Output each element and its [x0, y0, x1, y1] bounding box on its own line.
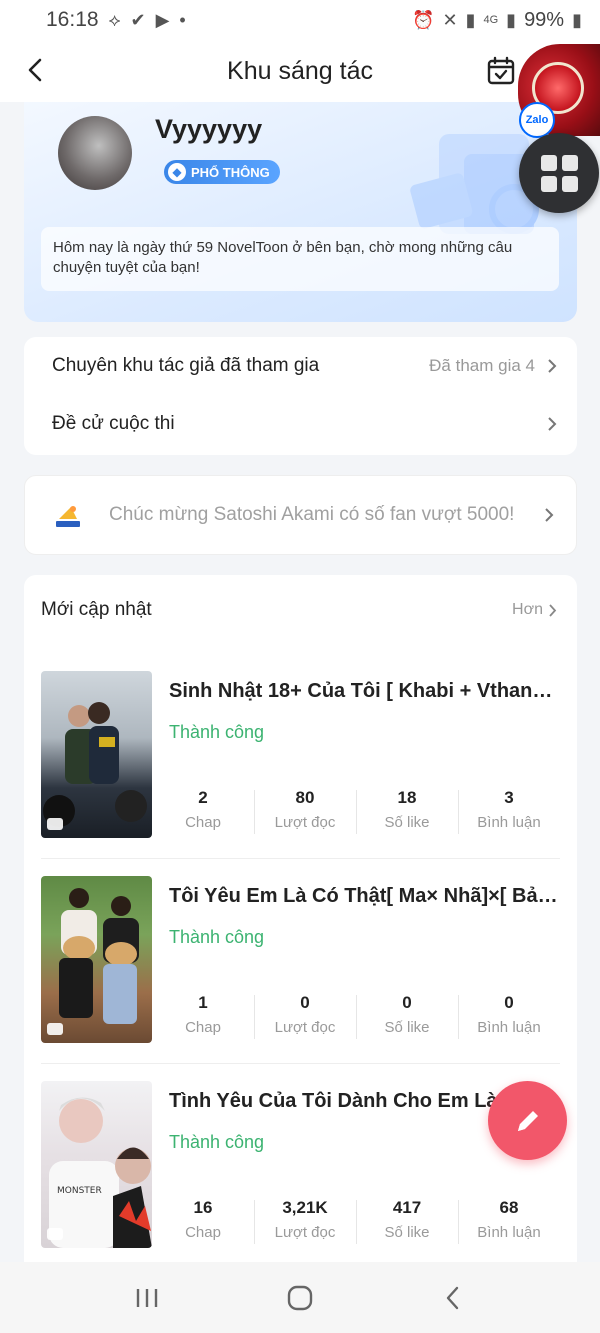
menu-card: Chuyên khu tác giả đã tham gia Đã tham g… — [24, 337, 577, 455]
story-title: Sinh Nhật 18+ Của Tôi [ Khabi + Vthanh].… — [169, 680, 559, 702]
floating-menu-button[interactable] — [519, 133, 599, 213]
story-status: Thành công — [169, 722, 265, 742]
chevron-right-icon — [548, 359, 557, 373]
download-done-icon: ✔ — [130, 9, 146, 30]
drop-icon: ◆ — [168, 163, 186, 181]
story-status: Thành công — [169, 1132, 265, 1152]
stat-reads: 80 — [295, 788, 315, 807]
stat-chapters: 16 — [193, 1198, 213, 1217]
chevron-right-icon — [545, 508, 554, 522]
recents-icon — [136, 1288, 157, 1307]
story-item[interactable]: Sinh Nhật 18+ Của Tôi [ Khabi + Vthanh].… — [41, 671, 560, 838]
menu-item-joined-zones[interactable]: Chuyên khu tác giả đã tham gia Đã tham g… — [24, 337, 577, 395]
svg-text:MONSTER: MONSTER — [57, 1186, 102, 1196]
stat-chapters: 1 — [198, 993, 208, 1012]
back-icon — [447, 1286, 459, 1309]
more-link[interactable]: Hơn — [512, 601, 557, 619]
calendar-check-icon[interactable] — [486, 56, 516, 86]
stat-reads: 0 — [300, 993, 310, 1012]
recent-apps-button[interactable] — [127, 1278, 167, 1318]
stat-likes: 18 — [397, 788, 417, 807]
pencil-icon — [517, 1110, 538, 1131]
chevron-right-icon — [548, 417, 557, 431]
story-item[interactable]: MONSTER Tình Yêu Của Tôi Dành Cho Em Là … — [41, 1081, 560, 1248]
story-stats: 2 Chap 80 Lượt đọc 18 Số like 3 Bình luận — [152, 788, 560, 838]
back-button[interactable] — [433, 1278, 473, 1318]
story-stats: 16 Chap 3,21K Lượt đọc 417 Số like 68 Bình l… — [152, 1198, 560, 1248]
stat-likes: 0 — [402, 993, 412, 1012]
home-icon — [287, 1285, 313, 1310]
youtube-icon: ▶ — [155, 9, 170, 30]
stat-reads: 3,21K — [282, 1198, 328, 1217]
stat-label: Lượt đọc — [274, 814, 336, 831]
home-button[interactable] — [280, 1278, 320, 1318]
alarm-icon: ⏰ — [412, 9, 435, 30]
zalo-logo-icon: Zalo — [519, 102, 555, 138]
menu-item-value: Đã tham gia 4 — [429, 356, 535, 375]
back-arrow-icon[interactable] — [20, 52, 54, 88]
dot-icon: • — [179, 9, 186, 30]
signal-icon: ▮ — [465, 9, 476, 30]
story-cover — [41, 671, 152, 838]
stat-label: Bình luận — [477, 814, 541, 831]
messenger-icon: ⟡ — [108, 9, 121, 30]
stat-label: Chap — [185, 1019, 221, 1036]
chat-story-icon — [47, 1228, 63, 1240]
stat-label: Số like — [384, 1019, 430, 1036]
stat-label: Lượt đọc — [274, 1224, 336, 1241]
stat-label: Số like — [384, 1224, 430, 1241]
story-item[interactable]: Tôi Yêu Em Là Có Thật[ Ma× Nhã]×[ Bản...… — [41, 876, 560, 1043]
stat-label: Bình luận — [477, 1224, 541, 1241]
battery-level: 99% — [524, 8, 565, 31]
level-label: PHỔ THÔNG — [191, 164, 270, 180]
stat-chapters: 2 — [198, 788, 208, 807]
more-label: Hơn — [512, 601, 543, 618]
story-title: Tôi Yêu Em Là Có Thật[ Ma× Nhã]×[ Bản... — [169, 885, 559, 907]
stat-label: Chap — [185, 814, 221, 831]
stat-label: Lượt đọc — [274, 1019, 336, 1036]
stat-label: Số like — [384, 814, 430, 831]
recent-updates-section: Mới cập nhật Hơn Sinh Nhật 18+ Của Tôi [… — [24, 575, 577, 1275]
mute-icon: ✕ — [442, 9, 458, 30]
page-title: Khu sáng tác — [227, 56, 373, 85]
section-title: Mới cập nhật — [41, 599, 152, 620]
stat-label: Bình luận — [477, 1019, 541, 1036]
status-bar: 16:18 ⟡ ✔ ▶ • ⏰ ✕ ▮ 4G ▮ 99% ▮ — [0, 0, 600, 40]
divider — [41, 858, 560, 859]
app-header: Khu sáng tác — [0, 40, 600, 102]
chevron-right-icon — [549, 603, 557, 617]
chat-story-icon — [47, 818, 63, 830]
story-cover: MONSTER — [41, 1081, 152, 1248]
battery-icon: ▮ — [572, 9, 582, 30]
welcome-message: Hôm nay là ngày thứ 59 NovelToon ở bên b… — [41, 227, 559, 291]
announcement-banner[interactable]: Chúc mừng Satoshi Akami có số fan vượt 5… — [24, 475, 577, 555]
network-type: 4G — [483, 14, 499, 26]
grid-icon — [540, 154, 578, 192]
story-status: Thành công — [169, 927, 265, 947]
story-stats: 1 Chap 0 Lượt đọc 0 Số like 0 Bình luận — [152, 993, 560, 1043]
stat-comments: 0 — [504, 993, 514, 1012]
section-header: Mới cập nhật Hơn — [41, 599, 557, 621]
menu-item-label: Chuyên khu tác giả đã tham gia — [52, 355, 320, 376]
status-time: 16:18 — [46, 8, 99, 31]
stat-likes: 417 — [392, 1198, 422, 1217]
stat-label: Chap — [185, 1224, 221, 1241]
stat-comments: 68 — [499, 1198, 519, 1217]
megaphone-icon — [56, 506, 80, 527]
announcement-text: Chúc mừng Satoshi Akami có số fan vượt 5… — [109, 504, 515, 525]
level-badge: ◆ PHỔ THÔNG — [164, 160, 280, 184]
profile-card: Vyyyyyy ◆ PHỔ THÔNG Hôm nay là ngày thứ … — [24, 102, 577, 322]
username: Vyyyyyy — [155, 114, 263, 144]
divider — [41, 1063, 560, 1064]
menu-item-label: Đề cử cuộc thi — [52, 413, 175, 434]
write-story-button[interactable] — [488, 1081, 567, 1160]
signal-icon-2: ▮ — [506, 9, 517, 30]
story-cover — [41, 876, 152, 1043]
system-nav-bar — [0, 1262, 600, 1333]
stat-comments: 3 — [504, 788, 514, 807]
avatar[interactable] — [58, 116, 132, 190]
menu-item-contest[interactable]: Đề cử cuộc thi — [24, 395, 577, 453]
chat-story-icon — [47, 1023, 63, 1035]
